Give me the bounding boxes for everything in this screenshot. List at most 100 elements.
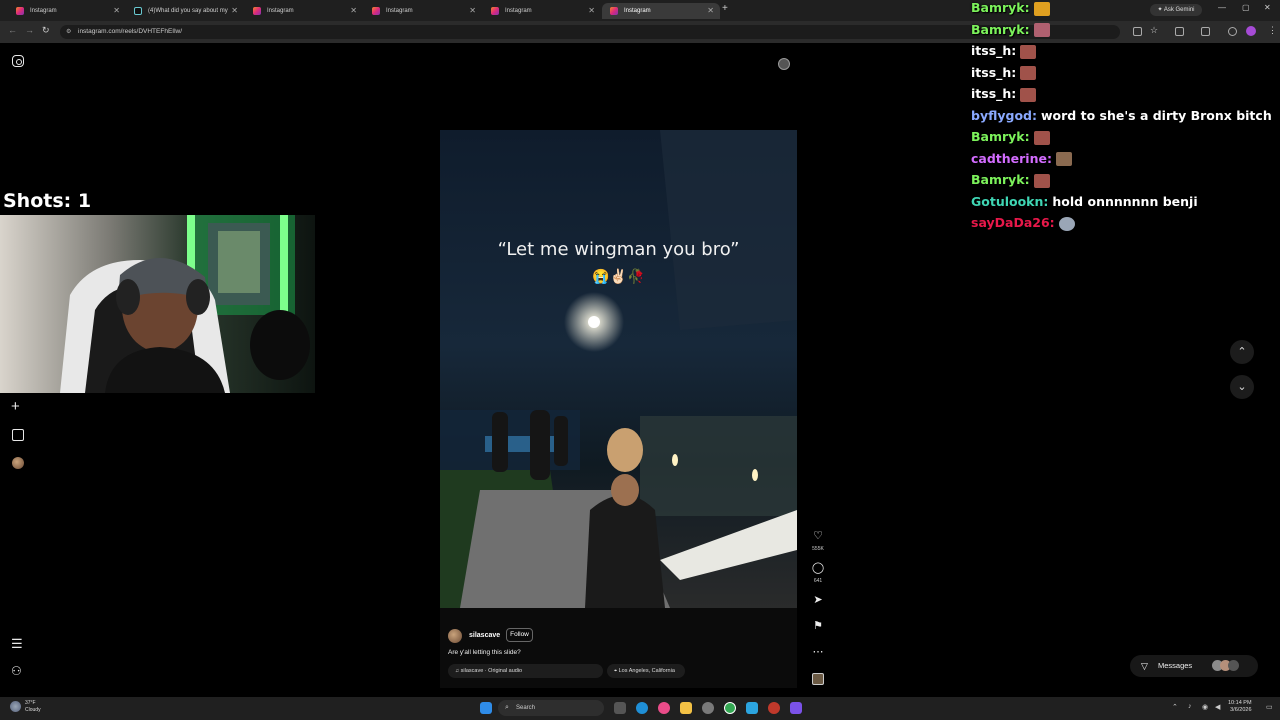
site-info-icon[interactable]: ⚙: [66, 25, 71, 39]
close-tab-icon[interactable]: ✕: [707, 3, 714, 19]
tab-label: Instagram: [267, 8, 294, 14]
ask-gemini-button[interactable]: ✦ Ask Gemini: [1150, 4, 1202, 16]
hamburger-menu-icon[interactable]: ☰: [11, 636, 23, 652]
chat-message: sayDaDa26:: [971, 215, 1075, 236]
new-tab-button[interactable]: +: [722, 3, 728, 14]
create-plus-icon[interactable]: +: [11, 398, 20, 415]
profile-avatar[interactable]: [12, 457, 24, 469]
audio-thumbnail[interactable]: [812, 673, 824, 685]
comment-icon[interactable]: ◯: [810, 561, 826, 574]
close-window-icon[interactable]: ✕: [1264, 3, 1271, 12]
reel-player[interactable]: “Let me wingman you bro” 😭✌🏻🥀 silascave …: [440, 52, 797, 688]
chat-username: Bamryk:: [971, 129, 1030, 144]
face-emote: [1020, 87, 1037, 102]
cloud-icon: [10, 701, 21, 712]
chat-message: itss_h:: [971, 86, 1037, 107]
settings-icon[interactable]: [702, 702, 714, 714]
audio-label: silascave · Original audio: [460, 668, 523, 674]
chat-message: Bamryk:: [971, 172, 1050, 193]
tray-chevron-icon[interactable]: ⌃: [1172, 703, 1178, 711]
bookmark-star-icon[interactable]: ☆: [1150, 25, 1158, 36]
more-options-icon[interactable]: ⋯: [810, 645, 826, 658]
threads-icon[interactable]: ⚇: [11, 664, 22, 678]
instagram-logo-icon[interactable]: [12, 55, 24, 67]
chat-message: byflygod: word to she's a dirty Bronx bit…: [971, 108, 1272, 129]
reload-icon[interactable]: ↻: [42, 25, 50, 36]
forward-icon[interactable]: →: [25, 25, 34, 35]
face-emote: [1020, 44, 1037, 59]
telegram-icon[interactable]: [746, 702, 758, 714]
browser-tab[interactable]: Instagram ✕: [602, 3, 720, 19]
author-name[interactable]: silascave: [469, 632, 500, 639]
close-tab-icon[interactable]: ✕: [588, 3, 595, 19]
close-tab-icon[interactable]: ✕: [231, 3, 238, 19]
extensions-icon[interactable]: [1175, 27, 1184, 36]
chat-message: Bamryk:: [971, 129, 1050, 150]
browser-tab[interactable]: Instagram ✕: [364, 3, 482, 19]
follow-button[interactable]: Follow: [506, 628, 533, 642]
face-emote: [1020, 66, 1037, 80]
edge-icon[interactable]: [636, 702, 648, 714]
weather-widget[interactable]: 37°F Cloudy: [25, 700, 41, 714]
discord-icon[interactable]: [790, 702, 802, 714]
close-tab-icon[interactable]: ✕: [469, 3, 476, 19]
screen-cast-icon[interactable]: [1133, 27, 1142, 36]
network-icon[interactable]: ◉: [1202, 703, 1208, 711]
bookmark-icon[interactable]: ⚑: [810, 619, 826, 632]
downloads-icon[interactable]: [1228, 27, 1237, 36]
chat-username: itss_h:: [971, 64, 1017, 80]
heart-icon[interactable]: ♡: [810, 529, 826, 542]
chat-username: Bamryk:: [971, 21, 1030, 37]
audio-chip[interactable]: ♫ silascave · Original audio: [448, 664, 603, 678]
chat-username: Bamryk:: [971, 0, 1030, 15]
maximize-icon[interactable]: ▢: [1242, 3, 1250, 12]
app-icon[interactable]: [768, 702, 780, 714]
location-chip[interactable]: ⌖ Los Angeles, California: [607, 664, 685, 678]
chat-message: Bamryk:: [971, 0, 1050, 21]
previous-reel-button[interactable]: ⌃: [1230, 340, 1254, 364]
reel-video-frame: [440, 130, 797, 608]
pixel-emote: [1033, 23, 1050, 37]
chat-message: itss_h:: [971, 43, 1037, 64]
side-panel-icon[interactable]: [1201, 27, 1210, 36]
reel-video[interactable]: [440, 130, 797, 608]
browser-tab[interactable]: Instagram ✕: [8, 3, 126, 19]
video-caption-emojis: 😭✌🏻🥀: [592, 268, 645, 284]
author-avatar[interactable]: [448, 629, 462, 643]
url-bar[interactable]: ⚙ instagram.com/reels/DVHTEFhEIlw/: [60, 25, 1120, 39]
task-view-icon[interactable]: [614, 702, 626, 714]
clock-time: 10:14 PM: [1228, 700, 1252, 706]
windows-start-icon[interactable]: [480, 702, 492, 714]
browser-tab[interactable]: Instagram ✕: [483, 3, 601, 19]
ask-gemini-label: Ask Gemini: [1163, 7, 1195, 13]
dance-emote: [1055, 152, 1072, 166]
chat-username: byflygod:: [971, 107, 1037, 123]
instagram-icon: [491, 7, 499, 15]
volume-icon[interactable]: ◀: [1215, 703, 1220, 711]
close-tab-icon[interactable]: ✕: [350, 3, 357, 19]
browser-tab[interactable]: Instagram ✕: [245, 3, 363, 19]
dribbble-icon[interactable]: [658, 702, 670, 714]
back-icon[interactable]: ←: [8, 25, 17, 35]
fries-emote: [1033, 1, 1050, 16]
chat-username: Gotulookn:: [971, 193, 1049, 209]
video-caption: “Let me wingman you bro”: [497, 239, 740, 260]
browser-tab[interactable]: (4)What did you say about my ✕: [126, 3, 244, 19]
chrome-icon[interactable]: [724, 702, 736, 714]
instagram-icon: [610, 7, 618, 15]
close-tab-icon[interactable]: ✕: [113, 3, 120, 19]
mute-toggle-icon[interactable]: [778, 58, 790, 70]
taskbar-clock[interactable]: 10:14 PM 3/6/2026: [1228, 700, 1252, 714]
minimize-icon[interactable]: —: [1218, 3, 1226, 12]
share-icon[interactable]: ➤: [810, 593, 826, 606]
notifications-icon[interactable]: ▭: [1266, 703, 1273, 711]
next-reel-button[interactable]: ⌄: [1230, 375, 1254, 399]
dashboard-icon[interactable]: [12, 429, 24, 441]
file-explorer-icon[interactable]: [680, 702, 692, 714]
chat-username: cadtherine:: [971, 150, 1052, 166]
menu-dots-icon[interactable]: ⋮: [1268, 25, 1277, 36]
taskbar-search[interactable]: ⌕ Search: [498, 700, 604, 716]
send-icon: ▽: [1141, 661, 1148, 671]
microphone-icon[interactable]: ♪: [1188, 703, 1192, 710]
profile-avatar[interactable]: [1246, 26, 1256, 36]
